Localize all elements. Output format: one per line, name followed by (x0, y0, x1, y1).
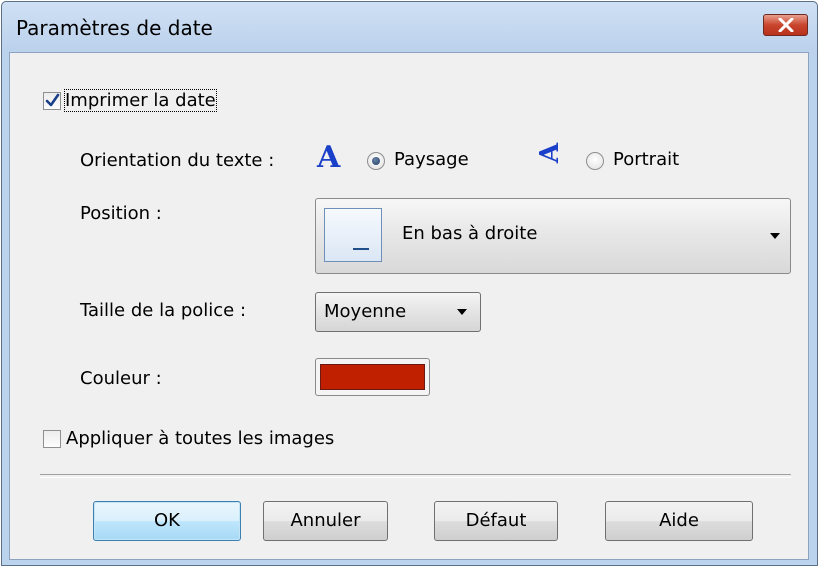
portrait-radio[interactable] (586, 152, 604, 170)
close-button[interactable] (763, 14, 808, 36)
landscape-text-icon: A (317, 140, 341, 175)
position-dropdown[interactable]: En bas à droite (315, 198, 791, 274)
orientation-label: Orientation du texte : (80, 150, 275, 171)
cancel-button[interactable]: Annuler (263, 501, 388, 541)
apply-all-label[interactable]: Appliquer à toutes les images (66, 428, 334, 449)
position-label: Position : (80, 203, 162, 224)
font-size-selected-value: Moyenne (324, 301, 407, 322)
color-picker-button[interactable] (315, 358, 430, 396)
chevron-down-icon (457, 309, 467, 315)
help-button[interactable]: Aide (605, 501, 753, 541)
radio-selected-dot (372, 157, 380, 165)
portrait-text-icon: A (535, 142, 566, 164)
color-swatch-fill (320, 364, 425, 390)
window-title: Paramètres de date (16, 16, 213, 40)
default-button[interactable]: Défaut (434, 501, 558, 541)
print-date-label[interactable]: Imprimer la date (64, 89, 217, 112)
position-selected-value: En bas à droite (402, 223, 538, 244)
portrait-label[interactable]: Portrait (613, 149, 679, 170)
color-label: Couleur : (80, 368, 162, 389)
print-date-checkbox[interactable] (43, 92, 61, 110)
dialog-window: Paramètres de date Imprimer la date Orie… (1, 1, 818, 566)
title-bar[interactable]: Paramètres de date (2, 2, 817, 50)
landscape-radio[interactable] (367, 152, 385, 170)
close-icon (778, 18, 794, 32)
font-size-dropdown[interactable]: Moyenne (315, 292, 481, 332)
chevron-down-icon (770, 233, 780, 239)
separator (40, 474, 791, 478)
apply-all-checkbox[interactable] (43, 430, 61, 448)
checkmark-icon (45, 93, 60, 107)
landscape-label[interactable]: Paysage (394, 149, 469, 170)
bottom-right-position-icon (324, 208, 382, 262)
font-size-label: Taille de la police : (80, 300, 247, 321)
ok-button[interactable]: OK (93, 501, 241, 541)
dialog-body: Imprimer la date Orientation du texte : … (9, 52, 809, 560)
